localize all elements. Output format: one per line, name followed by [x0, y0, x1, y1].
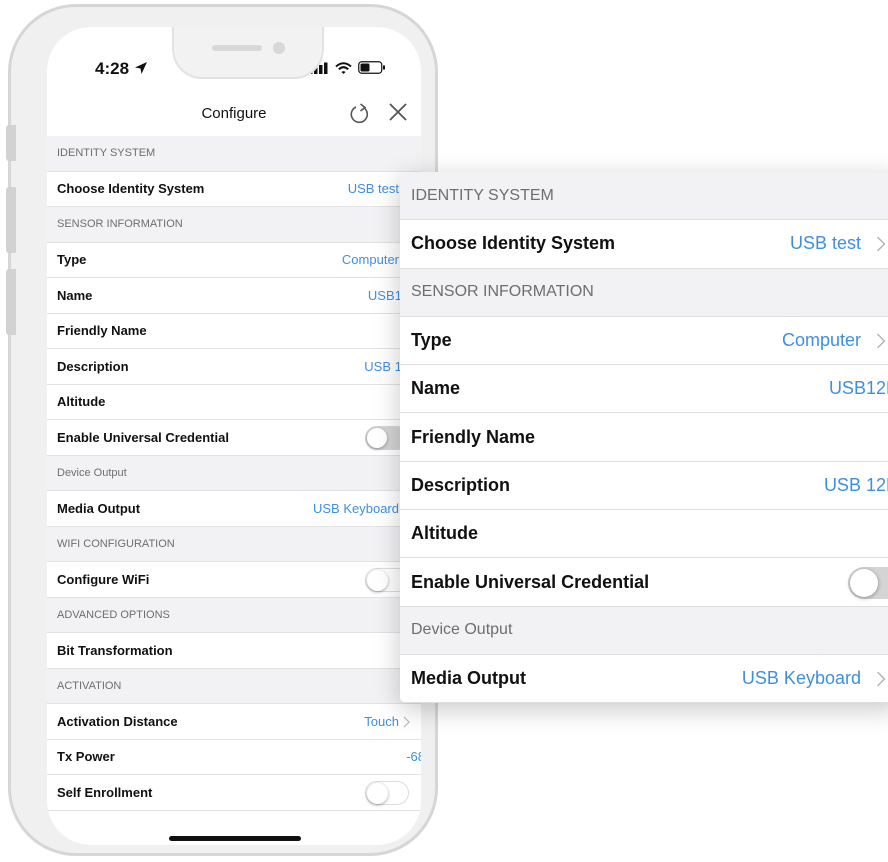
row-value: USB Keyboard [313, 500, 399, 516]
row-value: USB test [789, 233, 861, 254]
row-label: Enable Universal Credential [57, 429, 229, 445]
close-icon[interactable] [387, 101, 409, 123]
location-arrow-icon [135, 62, 147, 74]
row-media-output[interactable]: Media Output USB Keyboard [400, 655, 888, 703]
settings-list: IDENTITY SYSTEM Choose Identity System USB… [47, 136, 421, 811]
section-header-label: SENSOR INFORMATION [57, 218, 183, 231]
row-choose-identity-system[interactable]: Choose Identity System USB test [47, 172, 421, 207]
home-indicator[interactable] [169, 836, 301, 841]
row-friendly-name[interactable]: Friendly Name [47, 314, 421, 349]
row-label: Altitude [57, 394, 106, 410]
row-altitude[interactable]: Altitude0 [47, 385, 421, 420]
row-label: Self Enrollment [57, 784, 153, 800]
chevron-right-icon [877, 671, 886, 687]
row-value: USB Keyboard [741, 668, 861, 689]
row-description[interactable]: DescriptionUSB 12E9 [47, 349, 421, 385]
row-label: Activation Distance [57, 713, 178, 729]
section-header-label: WIFI CONFIGURATION [57, 537, 175, 550]
row-value: Computer [341, 252, 399, 268]
mute-switch [6, 125, 16, 161]
section-header-label: Device Output [411, 621, 513, 639]
section-header-identity-system: IDENTITY SYSTEM [47, 136, 421, 172]
row-bit-transformation[interactable]: Bit Transformation [47, 633, 421, 669]
row-friendly-name[interactable]: Friendly Name [400, 413, 888, 462]
row-label: Choose Identity System [57, 181, 205, 197]
battery-icon [358, 61, 385, 74]
toggle-switch[interactable] [848, 567, 888, 600]
row-label: Name [57, 287, 93, 303]
section-header-activation: ACTIVATION [47, 668, 421, 704]
row-configure-wifi[interactable]: Configure WiFi [47, 562, 421, 598]
row-tx-power[interactable]: Tx Power -68 [47, 740, 421, 775]
speaker [212, 45, 262, 51]
row-label: Type [57, 252, 87, 268]
row-label: Name [411, 378, 461, 399]
row-label: Altitude [411, 523, 478, 544]
section-header-identity-system: IDENTITY SYSTEM [400, 172, 888, 221]
row-label: Choose Identity System [411, 233, 616, 254]
status-time: 4:28 [95, 59, 130, 78]
row-activation-distance[interactable]: Activation Distance Touch [47, 704, 421, 740]
chevron-right-icon [877, 333, 886, 349]
row-value: USB12E9 [828, 378, 888, 399]
row-name[interactable]: NameUSB12E9 [47, 278, 421, 314]
phone-screen: 4:28 Configure IDENTITY SYSTEM Choose Id… [47, 27, 421, 845]
section-header-label: IDENTITY SYSTEM [57, 147, 156, 160]
section-header-sensor-information: SENSOR INFORMATION [47, 207, 421, 243]
row-label: Media Output [57, 500, 141, 516]
row-type[interactable]: Type Computer [400, 317, 888, 366]
wifi-icon [335, 61, 352, 74]
row-label: Configure WiFi [57, 571, 150, 587]
section-header-device-output: Device Output [47, 455, 421, 491]
row-description[interactable]: Description USB 12E9 [400, 462, 888, 511]
section-header-sensor-information: SENSOR INFORMATION [400, 268, 888, 317]
section-header-label: Device Output [57, 466, 127, 479]
row-media-output[interactable]: Media Output USB Keyboard [47, 491, 421, 527]
volume-down-button [6, 269, 16, 335]
phone-frame: 4:28 Configure IDENTITY SYSTEM Choose Id… [6, 4, 438, 856]
row-enable-universal-credential[interactable]: Enable Universal Credential [400, 558, 888, 607]
row-label: Description [57, 358, 129, 374]
section-header-label: ADVANCED OPTIONS [57, 608, 170, 621]
chevron-right-icon [877, 236, 886, 252]
row-label: Bit Transformation [57, 642, 173, 658]
row-label: Enable Universal Credential [411, 571, 650, 592]
notch [172, 27, 324, 79]
volume-up-button [6, 187, 16, 253]
row-value: USB 12E9 [823, 474, 888, 495]
toggle-knob [366, 569, 388, 591]
refresh-icon[interactable] [348, 102, 372, 126]
row-name[interactable]: Name USB12E9 [400, 365, 888, 414]
row-choose-identity-system[interactable]: Choose Identity System USB test [400, 220, 888, 269]
row-label: Media Output [411, 668, 526, 689]
toggle-knob [367, 428, 387, 448]
row-value: -68 [406, 749, 421, 765]
row-value: Touch [364, 713, 399, 729]
section-header-label: ACTIVATION [57, 679, 122, 692]
toggle-switch[interactable] [365, 781, 409, 805]
chevron-right-icon [403, 716, 410, 728]
row-enable-universal-credential[interactable]: Enable Universal Credential [47, 420, 421, 456]
row-label: Type [411, 330, 452, 351]
row-label: Description [411, 474, 511, 495]
section-header-advanced-options: ADVANCED OPTIONS [47, 597, 421, 633]
row-label: Friendly Name [57, 323, 147, 339]
toggle-knob [366, 782, 388, 804]
row-self-enrollment[interactable]: Self Enrollment [47, 775, 421, 811]
row-value: USB test [347, 181, 399, 197]
row-altitude[interactable]: Altitude0 [400, 510, 888, 559]
row-value: Computer [781, 330, 861, 351]
row-label: Friendly Name [411, 426, 536, 447]
section-header-device-output: Device Output [400, 606, 888, 655]
front-camera [273, 42, 285, 54]
zoomed-settings-panel: IDENTITY SYSTEM Choose Identity System USB… [400, 172, 888, 703]
row-type[interactable]: Type Computer [47, 243, 421, 278]
section-header-wifi-configuration: WIFI CONFIGURATION [47, 526, 421, 562]
section-header-label: SENSOR INFORMATION [411, 283, 594, 301]
row-label: Tx Power [57, 749, 115, 765]
nav-bar: Configure [47, 97, 421, 137]
toggle-knob [850, 569, 878, 598]
section-header-label: IDENTITY SYSTEM [411, 186, 554, 204]
